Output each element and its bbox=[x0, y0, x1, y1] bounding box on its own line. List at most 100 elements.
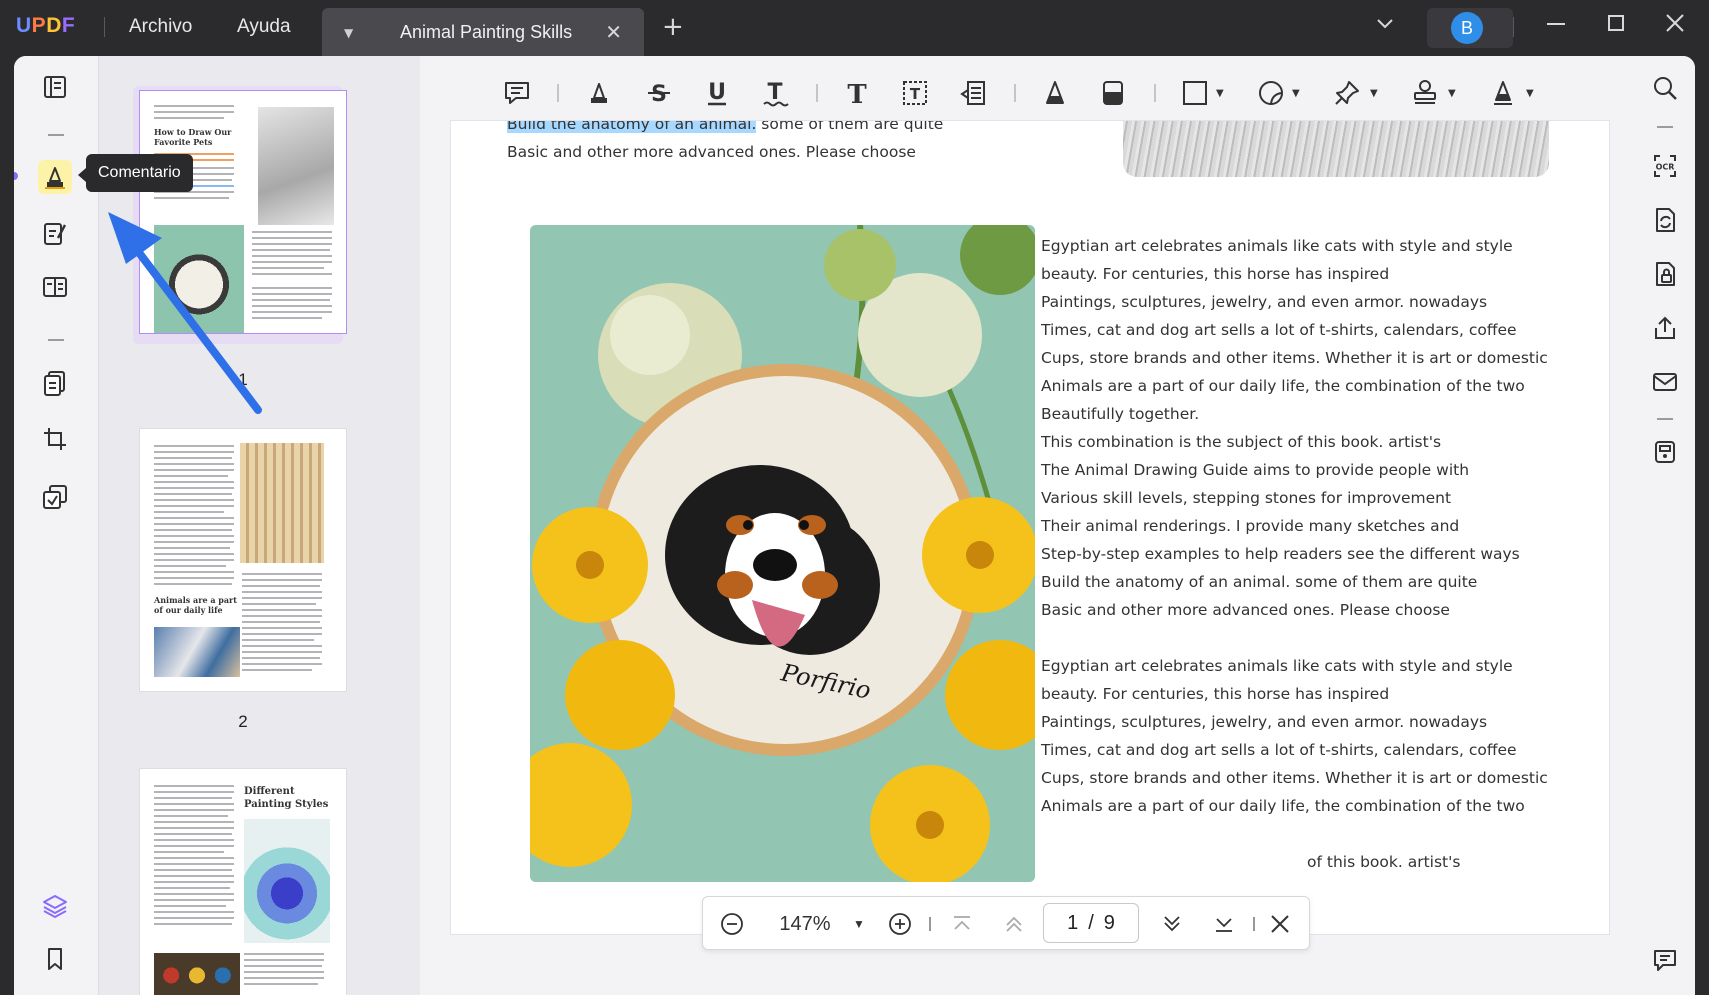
comments-panel-icon[interactable] bbox=[1649, 944, 1681, 976]
page-text-line[interactable]: Times, cat and dog art sells a lot of t-… bbox=[1041, 321, 1517, 339]
highlighted-text[interactable]: Build the anatomy of an animal. bbox=[507, 121, 757, 133]
edit-pdf-icon[interactable] bbox=[38, 216, 72, 250]
minimize-icon[interactable] bbox=[1545, 12, 1567, 40]
page-text-line[interactable]: Egyptian art celebrates animals like cat… bbox=[1041, 657, 1513, 675]
toolbar-separator bbox=[557, 84, 559, 102]
page-text-line[interactable]: Times, cat and dog art sells a lot of t-… bbox=[1041, 741, 1517, 759]
thumbnail-image-brushes bbox=[240, 443, 324, 563]
pdf-page[interactable]: Build the anatomy of an animal. some of … bbox=[450, 120, 1610, 935]
user-avatar-area[interactable]: B bbox=[1427, 8, 1513, 48]
email-icon[interactable] bbox=[1649, 366, 1681, 398]
page-text-line[interactable]: Basic and other more advanced ones. Plea… bbox=[1041, 601, 1450, 619]
shape-dropdown-icon[interactable]: ▼ bbox=[1216, 88, 1224, 99]
close-navbar-icon[interactable] bbox=[1265, 909, 1295, 939]
stamp-dropdown-icon[interactable]: ▼ bbox=[1448, 88, 1456, 99]
page-number-box[interactable]: 1 / 9 bbox=[1043, 903, 1139, 943]
underline-icon[interactable]: U bbox=[700, 76, 734, 110]
thumbnail-title: Animals are a part of our daily life bbox=[154, 595, 237, 615]
bookmark-icon[interactable] bbox=[38, 942, 72, 976]
sticky-note-icon[interactable] bbox=[500, 76, 534, 110]
total-pages: 9 bbox=[1103, 911, 1115, 934]
page-text-line[interactable]: This combination is the subject of this … bbox=[1041, 433, 1441, 451]
strikethrough-icon[interactable]: S bbox=[642, 76, 676, 110]
thumbnail-page-1[interactable]: How to Draw Our Favorite Pets bbox=[139, 90, 347, 334]
thumbnail-page-2[interactable]: Animals are a part of our daily life bbox=[139, 428, 347, 692]
crop-pages-icon[interactable] bbox=[38, 422, 72, 456]
page-text-line[interactable]: Build the anatomy of an animal. some of … bbox=[1041, 573, 1477, 591]
squiggly-underline-icon[interactable]: T bbox=[758, 76, 792, 110]
comment-toolbar: S U T T T ▼ ▼ ▼ ▼ ▼ bbox=[420, 56, 1636, 128]
page-text-line[interactable]: Build the anatomy of an animal. some of … bbox=[507, 121, 943, 133]
page-text-line[interactable]: Step-by-step examples to help readers se… bbox=[1041, 545, 1520, 563]
text-box-icon[interactable]: T bbox=[898, 76, 932, 110]
svg-text:T: T bbox=[910, 85, 921, 103]
page-text-line[interactable]: Animals are a part of our daily life, th… bbox=[1041, 377, 1525, 395]
page-text-line[interactable]: The Animal Drawing Guide aims to provide… bbox=[1041, 461, 1469, 479]
avatar[interactable]: B bbox=[1451, 12, 1483, 44]
pin-dropdown-icon[interactable]: ▼ bbox=[1370, 88, 1378, 99]
new-tab-icon[interactable]: + bbox=[662, 14, 684, 40]
page-text-line[interactable]: Their animal renderings. I provide many … bbox=[1041, 517, 1459, 535]
ocr-icon[interactable]: OCR bbox=[1649, 150, 1681, 182]
reader-mode-icon[interactable] bbox=[38, 70, 72, 104]
previous-page-icon[interactable] bbox=[999, 909, 1029, 939]
zoom-in-icon[interactable] bbox=[885, 909, 915, 939]
left-separator-2 bbox=[48, 339, 64, 341]
text-callout-icon[interactable] bbox=[956, 76, 990, 110]
zoom-level[interactable]: 147% bbox=[773, 909, 837, 939]
page-text-line[interactable]: Basic and other more advanced ones. Plea… bbox=[507, 143, 916, 161]
page-text-line[interactable]: Various skill levels, stepping stones fo… bbox=[1041, 489, 1451, 507]
first-page-icon[interactable] bbox=[947, 909, 977, 939]
tab-dropdown-icon[interactable]: ▼ bbox=[344, 26, 353, 40]
page-text-line[interactable]: Animals are a part of our daily life, th… bbox=[1041, 797, 1525, 815]
highlight-icon[interactable] bbox=[582, 76, 616, 110]
pencil-draw-icon[interactable] bbox=[1038, 76, 1072, 110]
shape-icon[interactable] bbox=[1178, 76, 1212, 110]
maximize-icon[interactable] bbox=[1605, 12, 1627, 40]
eraser-icon[interactable] bbox=[1096, 76, 1130, 110]
search-icon[interactable] bbox=[1649, 72, 1681, 104]
close-window-icon[interactable] bbox=[1664, 12, 1686, 40]
page-separator: / bbox=[1088, 911, 1094, 934]
updf-logo: UPDF bbox=[16, 14, 76, 37]
menu-archivo[interactable]: Archivo bbox=[129, 16, 192, 38]
thumbnail-page-3[interactable]: Different Painting Styles bbox=[139, 768, 347, 995]
document-viewport[interactable]: Build the anatomy of an animal. some of … bbox=[420, 120, 1636, 995]
tabs-dropdown-icon[interactable] bbox=[1374, 12, 1396, 40]
page-text-line[interactable]: Cups, store brands and other items. Whet… bbox=[1041, 769, 1548, 787]
next-page-icon[interactable] bbox=[1157, 909, 1187, 939]
thumbnail-number: 2 bbox=[238, 712, 248, 731]
text-comment-icon[interactable]: T bbox=[840, 76, 874, 110]
dog-sketch-image bbox=[1123, 121, 1549, 177]
page-text-line[interactable]: Paintings, sculptures, jewelry, and even… bbox=[1041, 713, 1487, 731]
page-text-line[interactable]: beauty. For centuries, this horse has in… bbox=[1041, 265, 1389, 283]
pin-icon[interactable] bbox=[1330, 76, 1364, 110]
comment-tool-icon[interactable] bbox=[38, 160, 72, 194]
close-tab-icon[interactable]: ✕ bbox=[605, 20, 622, 44]
form-icon[interactable] bbox=[38, 270, 72, 304]
page-text-line[interactable]: Paintings, sculptures, jewelry, and even… bbox=[1041, 293, 1487, 311]
menu-ayuda[interactable]: Ayuda bbox=[237, 16, 291, 38]
signature-icon[interactable] bbox=[1486, 76, 1520, 110]
zoom-out-icon[interactable] bbox=[717, 909, 747, 939]
svg-text:OCR: OCR bbox=[1656, 163, 1675, 172]
page-text-line[interactable]: of this book. artist's bbox=[1307, 853, 1460, 871]
protect-pdf-icon[interactable] bbox=[1649, 258, 1681, 290]
sticker-icon[interactable] bbox=[1254, 76, 1288, 110]
organize-pages-icon[interactable] bbox=[38, 366, 72, 400]
convert-pdf-icon[interactable] bbox=[1649, 204, 1681, 236]
page-text-line[interactable]: Egyptian art celebrates animals like cat… bbox=[1041, 237, 1513, 255]
save-icon[interactable] bbox=[1649, 436, 1681, 468]
last-page-icon[interactable] bbox=[1209, 909, 1239, 939]
document-tab[interactable]: ▼ Animal Painting Skills ✕ bbox=[322, 8, 644, 56]
page-text-line[interactable]: Cups, store brands and other items. Whet… bbox=[1041, 349, 1548, 367]
page-text-line[interactable]: Beautifully together. bbox=[1041, 405, 1199, 423]
stamp-icon[interactable] bbox=[1408, 76, 1442, 110]
zoom-dropdown-icon[interactable]: ▼ bbox=[849, 909, 869, 939]
batch-tools-icon[interactable] bbox=[38, 480, 72, 514]
share-icon[interactable] bbox=[1649, 312, 1681, 344]
signature-dropdown-icon[interactable]: ▼ bbox=[1526, 88, 1534, 99]
sticker-dropdown-icon[interactable]: ▼ bbox=[1292, 88, 1300, 99]
page-text-line[interactable]: beauty. For centuries, this horse has in… bbox=[1041, 685, 1389, 703]
layers-icon[interactable] bbox=[38, 889, 72, 923]
